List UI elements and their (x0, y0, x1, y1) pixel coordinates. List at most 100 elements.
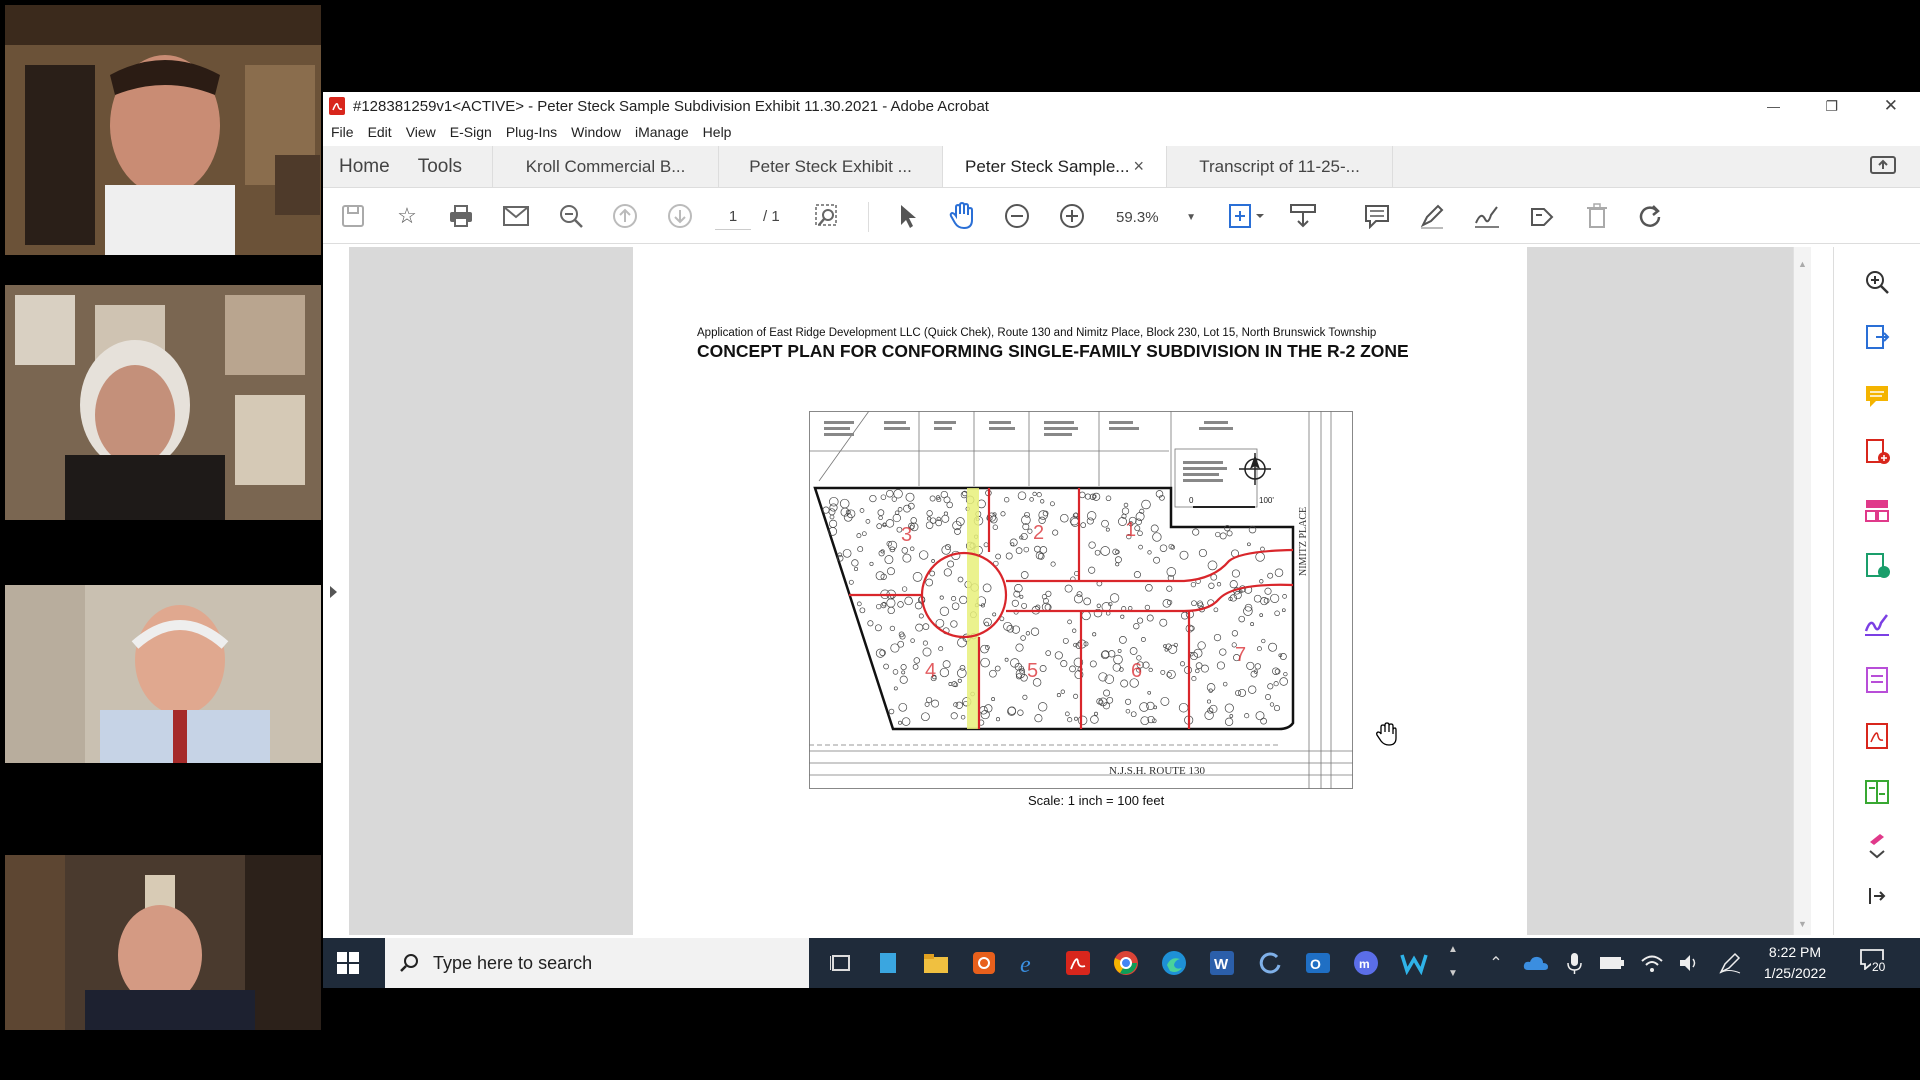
notification-center-icon[interactable]: 20 (1859, 948, 1893, 980)
clock[interactable]: 8:22 PM 1/25/2022 (1755, 942, 1835, 984)
select-cursor-icon[interactable] (894, 202, 922, 230)
edit-pdf-icon[interactable] (1862, 665, 1892, 695)
save-icon[interactable] (339, 202, 367, 230)
scroll-down-arrow-icon[interactable]: ▼ (1798, 919, 1807, 929)
toolbar-divider (868, 202, 869, 232)
print-icon[interactable] (447, 202, 475, 230)
chrome-icon[interactable] (1111, 948, 1141, 978)
scroll-mode-icon[interactable] (1289, 202, 1317, 230)
fit-page-icon[interactable] (1227, 202, 1267, 230)
scroll-up-arrow-icon[interactable]: ▲ (1798, 259, 1807, 269)
windows-start-icon[interactable] (333, 948, 363, 978)
office-app-icon[interactable] (969, 948, 999, 978)
onedrive-icon[interactable] (1521, 948, 1551, 978)
taskbar-search-box[interactable]: Type here to search (385, 938, 809, 988)
chevron-down-icon[interactable]: ▼ (1448, 968, 1458, 979)
tab-home-label: Home (339, 155, 390, 177)
outlook-icon[interactable]: O (1303, 948, 1333, 978)
comment-icon[interactable] (1363, 202, 1391, 230)
zoom-level-select[interactable]: 59.3% ▼ (1106, 204, 1196, 230)
previous-page-icon[interactable] (611, 202, 639, 230)
battery-icon[interactable] (1597, 948, 1627, 978)
zoom-marquee-icon[interactable] (813, 202, 841, 230)
comment-tool-icon[interactable] (1862, 381, 1892, 411)
create-pdf-icon[interactable] (1862, 437, 1892, 467)
tab-doc-peter-exhibit[interactable]: Peter Steck Exhibit ... (719, 146, 944, 187)
rotate-icon[interactable] (1636, 202, 1664, 230)
internet-explorer-icon[interactable]: e (1016, 948, 1046, 978)
minimize-button[interactable]: — (1767, 99, 1780, 114)
webex-icon[interactable] (1399, 948, 1429, 978)
show-hidden-icons-icon[interactable]: ⌃ (1481, 948, 1511, 978)
search-icon (399, 953, 419, 973)
bookmark-star-icon[interactable]: ☆ (393, 202, 421, 230)
compare-files-icon[interactable] (1862, 777, 1892, 807)
page-number-input[interactable]: 1 (715, 204, 751, 230)
menu-plugins[interactable]: Plug-Ins (506, 124, 557, 140)
svg-text:W: W (1214, 956, 1229, 973)
menu-edit[interactable]: Edit (368, 124, 392, 140)
pen-workspace-icon[interactable] (1715, 948, 1745, 978)
highlight-pen-icon[interactable] (1418, 202, 1446, 230)
document-viewport[interactable]: Application of East Ridge Development LL… (349, 247, 1811, 935)
share-screen-icon[interactable] (1870, 156, 1896, 183)
collapse-pane-icon[interactable] (1862, 881, 1892, 911)
taskbar-scroll[interactable]: ▲ ▼ (1445, 938, 1461, 988)
microphone-icon[interactable] (1559, 948, 1589, 978)
more-tools-icon[interactable] (1862, 831, 1892, 861)
video-tile-3 (5, 585, 321, 763)
video-tile-2 (5, 285, 321, 520)
lot-7-label: 7 (1235, 644, 1246, 666)
left-panel-toggle-icon[interactable] (330, 586, 337, 598)
vertical-scrollbar[interactable]: ▲ ▼ (1793, 247, 1811, 935)
word-icon[interactable]: W (1207, 948, 1237, 978)
restore-button[interactable]: ❐ (1825, 98, 1838, 115)
menu-esign[interactable]: E-Sign (450, 124, 492, 140)
hand-cursor-icon (1375, 722, 1397, 751)
zoom-out-icon[interactable] (1003, 202, 1031, 230)
redact-icon[interactable] (1528, 202, 1556, 230)
tab-doc-peter-sample[interactable]: Peter Steck Sample... × (943, 146, 1168, 187)
organize-pages-icon[interactable] (1862, 495, 1892, 525)
edge-icon[interactable] (1159, 948, 1189, 978)
hand-tool-icon[interactable] (948, 202, 976, 230)
search-icon[interactable] (557, 202, 585, 230)
sign-icon[interactable] (1473, 202, 1501, 230)
menu-imanage[interactable]: iManage (635, 124, 689, 140)
video-tile-4 (5, 855, 321, 1030)
delete-icon[interactable] (1583, 202, 1611, 230)
refresh-app-icon[interactable] (1255, 948, 1285, 978)
send-for-review-icon[interactable] (1862, 551, 1892, 581)
svg-text:m: m (1359, 957, 1370, 971)
zoom-in-icon[interactable] (1058, 202, 1086, 230)
tab-doc-peter-sample-label: Peter Steck Sample... (965, 156, 1130, 176)
acrobat-taskbar-icon[interactable] (1063, 948, 1093, 978)
chevron-up-icon[interactable]: ▲ (1448, 944, 1458, 955)
menu-help[interactable]: Help (703, 124, 732, 140)
volume-icon[interactable] (1675, 948, 1705, 978)
task-view-icon[interactable] (826, 948, 856, 978)
scale-bar-end: 100' (1259, 496, 1274, 505)
menu-file[interactable]: File (331, 124, 354, 140)
close-window-button[interactable]: ✕ (1884, 96, 1898, 116)
email-icon[interactable] (502, 202, 530, 230)
file-explorer-icon[interactable] (921, 948, 951, 978)
messenger-app-icon[interactable]: m (1351, 948, 1381, 978)
taskbar-search-placeholder: Type here to search (433, 952, 593, 973)
notepad-app-icon[interactable] (873, 948, 903, 978)
acrobat-pdf-icon[interactable] (1862, 721, 1892, 751)
tab-doc-kroll[interactable]: Kroll Commercial B... (493, 146, 720, 187)
tab-tools[interactable]: Tools (406, 146, 494, 187)
next-page-icon[interactable] (666, 202, 694, 230)
route-130-label: N.J.S.H. ROUTE 130 (1109, 765, 1205, 777)
tab-home[interactable]: Home (323, 146, 406, 187)
fill-sign-icon[interactable] (1862, 609, 1892, 639)
menu-view[interactable]: View (406, 124, 436, 140)
enhance-scans-icon[interactable] (1862, 267, 1892, 297)
export-pdf-icon[interactable] (1862, 323, 1892, 353)
wifi-icon[interactable] (1637, 948, 1667, 978)
tab-close-icon[interactable]: × (1134, 156, 1145, 177)
tab-doc-transcript[interactable]: Transcript of 11-25-... (1167, 146, 1394, 187)
lot-1-label: 1 (1125, 519, 1136, 541)
menu-window[interactable]: Window (571, 124, 621, 140)
